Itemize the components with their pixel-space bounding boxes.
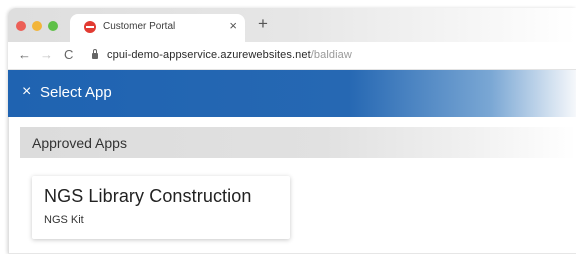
- forward-arrow-icon[interactable]: →: [40, 47, 53, 63]
- url-field[interactable]: cpui-demo-appservice.azurewebsites.net/b…: [107, 49, 352, 61]
- app-logo-icon: [84, 21, 96, 33]
- window-zoom-button[interactable]: [48, 21, 58, 31]
- section-header: Approved Apps: [20, 127, 576, 158]
- app-card-title: NGS Library Construction: [44, 186, 252, 206]
- tab-close-icon[interactable]: ×: [229, 18, 237, 34]
- content-left-border: [8, 117, 9, 254]
- window-close-button[interactable]: [16, 21, 26, 31]
- window-minimize-button[interactable]: [32, 21, 42, 31]
- browser-window: Customer Portal × + ← → C cpui-demo-apps…: [8, 8, 576, 254]
- app-card[interactable]: NGS Library Construction NGS Kit: [32, 176, 290, 239]
- page-title: Select App: [40, 84, 112, 101]
- app-header: × Select App: [8, 70, 576, 117]
- tab-customer-portal[interactable]: Customer Portal ×: [70, 14, 245, 42]
- tab-title: Customer Portal: [103, 21, 176, 32]
- close-icon[interactable]: ×: [22, 83, 31, 101]
- section-title: Approved Apps: [32, 135, 127, 151]
- lock-icon[interactable]: [92, 49, 98, 59]
- url-path: /baldiaw: [310, 49, 352, 61]
- new-tab-icon[interactable]: +: [258, 15, 268, 33]
- back-arrow-icon[interactable]: ←: [18, 47, 31, 63]
- url-host: cpui-demo-appservice.azurewebsites.net: [107, 49, 311, 61]
- address-bar: ← → C cpui-demo-appservice.azurewebsites…: [8, 42, 576, 70]
- tab-strip: Customer Portal × +: [8, 8, 576, 42]
- app-card-kit: NGS Kit: [44, 214, 84, 226]
- reload-icon[interactable]: C: [64, 47, 73, 63]
